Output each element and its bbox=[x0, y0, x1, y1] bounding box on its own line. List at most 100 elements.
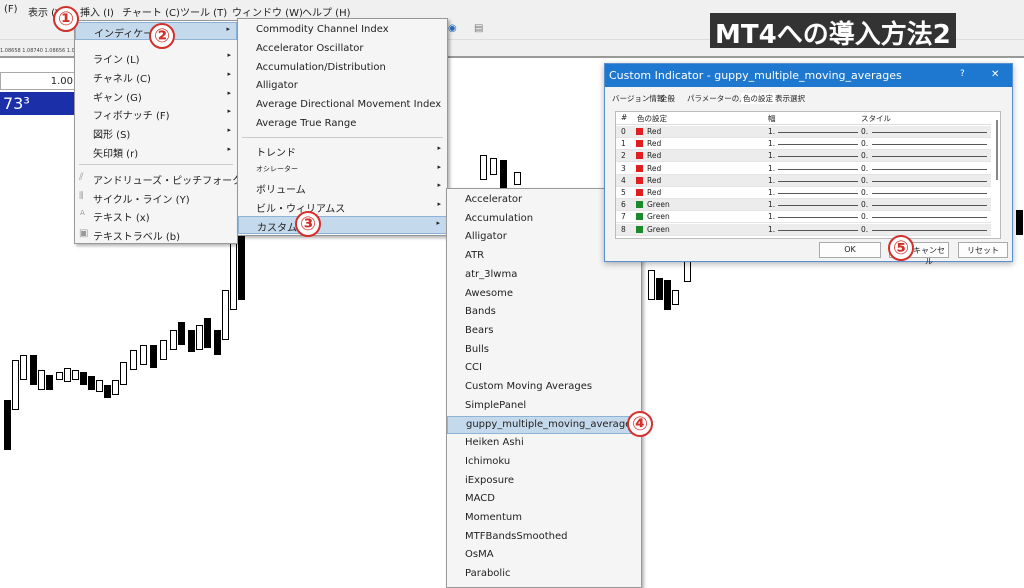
style-value[interactable]: 0. bbox=[861, 151, 868, 160]
menu-item-line[interactable]: ライン (L) ▸ bbox=[75, 49, 237, 67]
menu-item-custom-indicator[interactable]: atr_3lwma bbox=[447, 267, 641, 285]
table-row[interactable]: 8 Green 1. 0. bbox=[616, 223, 991, 236]
menu-item-atr[interactable]: Average True Range bbox=[238, 116, 447, 134]
table-row[interactable]: 1 Red 1. 0. bbox=[616, 138, 991, 151]
menu-item-channel[interactable]: チャネル (C) ▸ bbox=[75, 68, 237, 86]
menu-item-custom-indicator[interactable]: MACD bbox=[447, 491, 641, 509]
menu-window[interactable]: ウィンドウ (W) bbox=[232, 4, 303, 19]
width-value[interactable]: 1. bbox=[768, 127, 775, 136]
width-value[interactable]: 1. bbox=[768, 139, 775, 148]
tab-common[interactable]: 全般 bbox=[660, 93, 675, 104]
table-row[interactable]: 5 Red 1. 0. bbox=[616, 187, 991, 199]
menu-item-custom-indicator[interactable]: Bands bbox=[447, 304, 641, 322]
style-value[interactable]: 0. bbox=[861, 139, 868, 148]
style-value[interactable]: 0. bbox=[861, 176, 868, 185]
menu-file[interactable]: (F) bbox=[4, 4, 18, 15]
menu-item-custom-indicator[interactable]: Bulls bbox=[447, 342, 641, 360]
color-name[interactable]: Green bbox=[647, 212, 670, 221]
menu-item-accumulation-distribution[interactable]: Accumulation/Distribution bbox=[238, 60, 447, 78]
menu-item-cycle-lines[interactable]: ⦀ サイクル・ライン (Y) bbox=[75, 189, 237, 207]
style-value[interactable]: 0. bbox=[861, 237, 868, 238]
menu-item-custom-indicator[interactable]: iExposure bbox=[447, 473, 641, 491]
clock-icon[interactable]: ◉ bbox=[448, 23, 457, 34]
scrollbar[interactable] bbox=[996, 120, 998, 180]
tab-visualization[interactable]: 表示選択 bbox=[775, 93, 805, 104]
menu-insert[interactable]: 挿入 (I) bbox=[80, 4, 114, 19]
menu-item-shapes[interactable]: 図形 (S) ▸ bbox=[75, 124, 237, 142]
menu-tools[interactable]: ツール (T) bbox=[180, 4, 227, 19]
style-value[interactable]: 0. bbox=[861, 164, 868, 173]
menu-item-bill-williams[interactable]: ビル・ウィリアムス ▸ bbox=[238, 198, 447, 216]
table-row[interactable]: 9 Green 1. 0. bbox=[616, 235, 991, 238]
candlestick bbox=[500, 160, 507, 190]
menu-item-custom-indicator[interactable]: Bears bbox=[447, 323, 641, 341]
reset-button[interactable]: リセット bbox=[958, 242, 1008, 258]
menu-chart[interactable]: チャート (C) bbox=[122, 4, 180, 19]
menu-item-custom[interactable]: カスタム ▸ bbox=[238, 216, 447, 234]
menu-item-custom-indicator[interactable]: Parabolic bbox=[447, 566, 641, 584]
width-value[interactable]: 1. bbox=[768, 237, 775, 238]
width-value[interactable]: 1. bbox=[768, 188, 775, 197]
menu-item-volumes[interactable]: ボリューム ▸ bbox=[238, 179, 447, 197]
close-icon[interactable]: ✕ bbox=[991, 69, 999, 80]
color-name[interactable]: Red bbox=[647, 139, 661, 148]
width-value[interactable]: 1. bbox=[768, 164, 775, 173]
table-row[interactable]: 7 Green 1. 0. bbox=[616, 211, 991, 224]
menu-item-custom-indicator[interactable]: Heiken Ashi bbox=[447, 435, 641, 453]
menu-item-custom-indicator[interactable]: Custom Moving Averages bbox=[447, 379, 641, 397]
width-value[interactable]: 1. bbox=[768, 212, 775, 221]
menu-help[interactable]: ヘルプ (H) bbox=[302, 4, 351, 19]
menu-item-custom-indicator[interactable]: MTFBandsSmoothed bbox=[447, 529, 641, 547]
tab-version[interactable]: バージョン情報 bbox=[612, 93, 664, 104]
color-name[interactable]: Red bbox=[647, 151, 661, 160]
style-value[interactable]: 0. bbox=[861, 212, 868, 221]
menu-item-alligator[interactable]: Alligator bbox=[238, 78, 447, 96]
menu-item-pitchfork[interactable]: ⫽ アンドリューズ・ピッチフォーク (A) bbox=[75, 170, 260, 188]
width-value[interactable]: 1. bbox=[768, 151, 775, 160]
step-2-marker: ② bbox=[149, 23, 175, 49]
style-value[interactable]: 0. bbox=[861, 225, 868, 234]
table-row[interactable]: 3 Red 1. 0. bbox=[616, 162, 991, 175]
color-name[interactable]: Red bbox=[647, 164, 661, 173]
menu-item-custom-indicator[interactable]: OsMA bbox=[447, 547, 641, 565]
menu-item-custom-indicator[interactable]: SimplePanel bbox=[447, 398, 641, 416]
table-row[interactable]: 2 Red 1. 0. bbox=[616, 150, 991, 163]
candlestick bbox=[664, 280, 671, 310]
menu-item-custom-indicator[interactable]: CCI bbox=[447, 360, 641, 378]
style-value[interactable]: 0. bbox=[861, 127, 868, 136]
color-name[interactable]: Green bbox=[647, 200, 670, 209]
menu-item-arrows[interactable]: 矢印類 (r) ▸ bbox=[75, 143, 237, 161]
color-name[interactable]: Red bbox=[647, 188, 661, 197]
menu-item-trend[interactable]: トレンド ▸ bbox=[238, 142, 447, 160]
table-row[interactable]: 0 Red 1. 0. bbox=[616, 126, 991, 138]
width-value[interactable]: 1. bbox=[768, 225, 775, 234]
table-row[interactable]: 4 Red 1. 0. bbox=[616, 174, 991, 187]
color-name[interactable]: Red bbox=[647, 176, 661, 185]
style-value[interactable]: 0. bbox=[861, 188, 868, 197]
width-value[interactable]: 1. bbox=[768, 200, 775, 209]
style-value[interactable]: 0. bbox=[861, 200, 868, 209]
menu-item-custom-indicator[interactable]: Ichimoku bbox=[447, 454, 641, 472]
color-name[interactable]: Green bbox=[647, 225, 670, 234]
menu-item-cci[interactable]: Commodity Channel Index bbox=[238, 22, 447, 40]
table-row[interactable]: 6 Green 1. 0. bbox=[616, 199, 991, 212]
color-name[interactable]: Red bbox=[647, 127, 661, 136]
menu-item-fibonacci[interactable]: フィボナッチ (F) ▸ bbox=[75, 105, 237, 123]
menu-item-oscillators[interactable]: オシレーター ▸ bbox=[238, 161, 447, 179]
step-4-marker: ④ bbox=[627, 411, 653, 437]
menu-item-text-label[interactable]: ▣ テキストラベル (b) bbox=[75, 226, 237, 244]
width-value[interactable]: 1. bbox=[768, 176, 775, 185]
menu-item-custom-indicator[interactable]: guppy_multiple_moving_averages bbox=[447, 416, 641, 435]
menu-item-custom-indicator[interactable]: Momentum bbox=[447, 510, 641, 528]
menu-item-text[interactable]: A テキスト (x) bbox=[75, 207, 237, 225]
lot-field[interactable]: 1.00 bbox=[0, 72, 76, 90]
ok-button[interactable]: OK bbox=[819, 242, 881, 258]
tab-colors[interactable]: 色の設定 bbox=[741, 93, 775, 104]
template-icon[interactable]: ▤ bbox=[474, 23, 483, 34]
menu-item-gann[interactable]: ギャン (G) ▸ bbox=[75, 87, 237, 105]
menu-item-adx[interactable]: Average Directional Movement Index bbox=[238, 97, 447, 115]
menu-item-custom-indicator[interactable]: Awesome bbox=[447, 286, 641, 304]
menu-item-accelerator-oscillator[interactable]: Accelerator Oscillator bbox=[238, 41, 447, 59]
color-name[interactable]: Green bbox=[647, 237, 670, 238]
help-button[interactable]: ? bbox=[960, 69, 965, 79]
